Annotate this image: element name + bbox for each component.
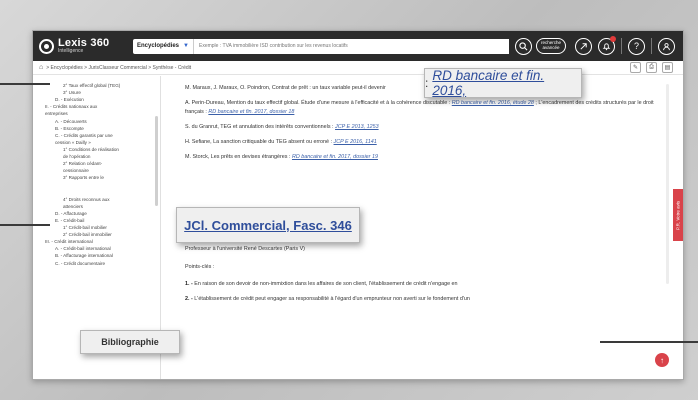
reference-item: A. Perin-Dureau, Mention du taux effecti… [185,99,663,117]
reference-link[interactable]: RD bancaire et fin. 2017, dossier 19 [292,154,378,160]
callout-source: JCl. Commercial, Fasc. 346 [176,207,360,243]
key-point-text: En raison de son devoir de non-immixtion… [194,280,458,287]
sidebar-scrollbar[interactable] [155,116,158,206]
back-to-top-button[interactable]: ↑ [655,353,669,367]
toc-item[interactable]: B. - Escompte [41,125,156,132]
scope-select[interactable]: Encyclopédies ▼ [133,38,193,54]
notifications-button[interactable] [598,35,616,55]
key-point: 1. - En raison de son devoir de non-immi… [185,280,663,289]
reference-link[interactable]: RD bancaire et fin. 2017, dossier 18 [208,109,294,115]
toc-item[interactable]: D. - Affacturage [41,210,156,217]
toc-item[interactable]: 4° Droits reconnus aux [41,196,156,203]
share-button[interactable] [575,37,592,55]
callout-reference-link[interactable]: RD bancaire et fin. 2016, [432,68,581,98]
app-screen: Lexis 360 Intelligence Encyclopédies ▼ r… [32,30,684,380]
toc-item[interactable]: 2° Crédit-bail immobilier [41,231,156,238]
toc-item[interactable]: 2° Taux effectif global (TEG) [41,82,156,89]
edit-button[interactable]: ✎ [630,62,641,73]
breadcrumb: ⌂ > Encyclopédies > JurisClasseur Commer… [33,61,683,75]
lexis-logo[interactable]: Lexis 360 Intelligence [39,38,121,54]
feedback-tab[interactable]: P.R. Votre avis [673,189,683,241]
user-button[interactable] [658,37,675,55]
toc-item[interactable]: C. - Crédits garantis par une [41,132,156,139]
reference-item: H. Sefiane, La sanction critiquable du T… [185,138,663,147]
edit-icon: ✎ [632,65,639,71]
toc-item[interactable]: 2° Relation cédant- [41,160,156,167]
notification-badge [610,35,616,42]
author-title: Professeur à l'université René Descartes… [185,246,305,253]
scope-select-label: Encyclopédies [137,43,180,49]
search-icon [519,41,528,50]
toc-item[interactable]: cession « Dailly » [41,139,156,146]
arrow-up-icon: ↑ [660,355,664,365]
toc-item[interactable]: attenciers [41,203,156,210]
top-header: Lexis 360 Intelligence Encyclopédies ▼ r… [33,31,683,61]
callout-source-link[interactable]: JCl. Commercial, Fasc. 346 [184,218,352,233]
callout-reference: : RD bancaire et fin. 2016, [424,68,582,98]
toc-item[interactable]: III. - Crédit international [41,238,156,245]
reference-item: M. Storck, Les prêts en devises étrangèr… [185,153,663,162]
toc-item[interactable]: E. - Crédit-bail [41,217,156,224]
callout-prefix: : [425,76,429,90]
share-icon [580,42,587,50]
toc-item[interactable]: 3° Rapports entre le [41,174,156,181]
document-icon: ▤ [664,65,671,71]
toc-item[interactable]: C. - Crédit documentaire [41,260,156,267]
logo-icon [39,38,54,54]
help-button[interactable]: ? [628,37,645,55]
reference-text: M. Maraux, J. Maraux, O. Poindron, Contr… [185,85,386,91]
breadcrumb-path[interactable]: > Encyclopédies > JurisClasseur Commerci… [46,65,191,71]
callout-pointer [0,83,50,85]
toc-item[interactable]: 3° Usure [41,89,156,96]
content-scrollbar[interactable] [666,84,669,284]
toc-item[interactable]: D. - Exécution [41,96,156,103]
reference-link[interactable]: JCP E 2013, 1253 [335,124,379,130]
save-button[interactable]: ▤ [662,62,673,73]
print-icon: ⎙ [649,64,654,70]
toc-item[interactable]: entreprises [41,110,156,117]
reference-link[interactable]: RD bancaire et fin. 2016, étude 28 [452,100,534,106]
reference-text: A. Perin-Dureau, Mention du taux effecti… [185,99,451,106]
callout-pointer [600,341,698,343]
notification-icon [602,42,611,50]
toc-item[interactable]: cessionnaire [41,167,156,174]
toc-item[interactable]: 1° Conditions de réalisation [41,146,156,153]
help-icon: ? [633,41,639,51]
print-button[interactable]: ⎙ [646,62,657,73]
toc-item[interactable] [41,182,156,189]
reference-link[interactable]: JCP E 2016, 1141 [334,139,377,145]
header-divider [621,38,622,54]
key-point-text: L'établissement de crédit peut engager s… [194,295,470,302]
key-point-number: 2. - [185,295,193,302]
logo-subtitle: Intelligence [58,48,84,54]
key-point-number: 1. - [185,280,193,287]
advanced-search-button[interactable]: recherche avancée [536,38,566,54]
chevron-down-icon: ▼ [183,43,189,49]
reference-text: H. Sefiane, La sanction critiquable du T… [185,138,333,145]
toc-item[interactable]: B. - Affacturage international [41,252,156,259]
search-input[interactable] [193,38,509,54]
callout-bibliography: Bibliographie [80,330,180,354]
header-divider [651,38,652,54]
bibliography-tab[interactable]: Bibliographie [101,337,159,347]
home-icon[interactable]: ⌂ [39,64,43,71]
toc-item[interactable] [41,189,156,196]
key-point: 2. - L'établissement de crédit peut enga… [185,295,663,304]
callout-pointer [0,224,50,226]
toc-item[interactable]: de l'opération [41,153,156,160]
reference-text: S. du Granrut, TEG et annulation des int… [185,123,334,130]
key-points-heading: Points-clés : [185,263,215,270]
user-icon [663,42,670,50]
reference-text: M. Storck, Les prêts en devises étrangèr… [185,153,291,160]
toc-item[interactable]: A. - Crédit-bail international [41,245,156,252]
reference-item: S. du Granrut, TEG et annulation des int… [185,123,663,132]
toc-item[interactable]: 1° Crédit-bail mobilier [41,224,156,231]
search-button[interactable] [515,37,532,55]
toc-item[interactable]: II. - Crédits nationaux aux [41,103,156,110]
toc-item[interactable]: A. - Découverts [41,118,156,125]
